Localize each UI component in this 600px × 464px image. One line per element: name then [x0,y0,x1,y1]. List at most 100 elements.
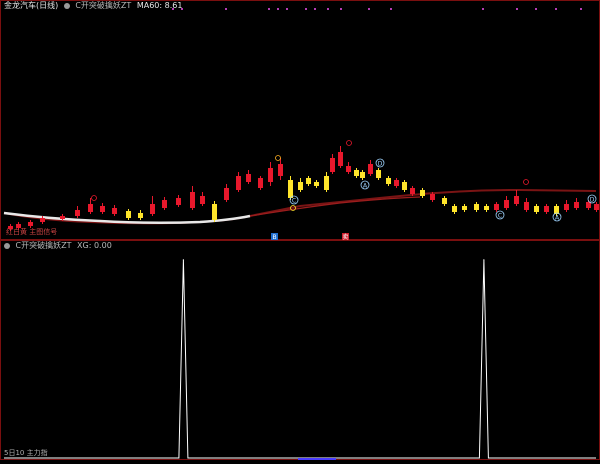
candle-body [150,204,155,214]
candle-body [224,188,229,200]
period-tick-mark [277,8,279,10]
candle-body [574,202,579,208]
sub-indicator-name: C开突破擒妖ZT [15,241,72,250]
period-tick-mark [314,8,316,10]
candle-body [138,213,143,218]
candle-body [474,204,479,210]
candle-body [504,200,509,208]
peak-marker-dot [91,195,97,201]
indicator-dot-icon [4,243,10,249]
candle-body [594,204,599,210]
xg-signal-point [182,259,184,261]
signal-marker: A [552,212,562,222]
stock-title: 金龙汽车(日线) [4,1,59,10]
scroll-position-marker[interactable] [298,458,336,460]
peak-marker-dot [523,179,529,185]
period-tick-mark [482,8,484,10]
candle-body [268,168,273,182]
candle-body [514,196,519,204]
candle-body [298,182,303,190]
signal-label: C [292,198,296,205]
period-tick-mark [535,8,537,10]
candle-body [402,182,407,190]
candle-body [484,206,489,210]
sub-pane-frame [0,240,600,460]
sub-chart-header: C开突破擒妖ZT XG: 0.00 [4,241,115,251]
period-tick-mark [268,8,270,10]
signal-marker: D [375,158,385,168]
indicator-name: C开突破擒妖ZT [75,1,132,10]
period-tick-mark [580,8,582,10]
candle-body [112,208,117,214]
signal-marker: C [289,195,299,205]
period-tick-mark [368,8,370,10]
candle-body [330,158,335,172]
candle-body [452,206,457,212]
main-chart-header: 金龙汽车(日线) C开突破擒妖ZT MA60: 8.61 [4,1,185,11]
candle-body [462,206,467,210]
candle-body [324,176,329,190]
ma60-value: MA60: 8.61 [136,1,183,10]
ma-mid-line [249,196,421,217]
period-tick-mark [340,8,342,10]
candle-body [278,164,283,176]
candle-body [494,204,499,210]
candle-body [534,206,539,212]
candle-body [246,174,251,182]
candle-body [564,204,569,210]
xg-signal-point [483,259,485,261]
signal-label: D [378,161,383,168]
candle-body [88,204,93,212]
candle-body [162,200,167,208]
candle-body [430,194,435,200]
candle-body [524,202,529,210]
candle-body [442,198,447,204]
candle-body [314,182,319,186]
signal-label: D [590,197,595,204]
signal-marker: D [587,194,597,204]
candle-body [212,204,217,220]
candle-body [386,178,391,184]
candle-body [258,178,263,188]
main-chart-pane[interactable]: C A D C A D 红白黄 主图信号 B 卖 [0,0,600,241]
bottom-indicator-label: 5日10 主力指 [4,449,48,457]
signal-label: C [498,213,502,220]
signal-marker: C [495,210,505,220]
candle-body [354,170,359,176]
peak-marker-dot [275,155,281,161]
candle-body [346,166,351,172]
period-tick-mark [286,8,288,10]
indicator-dot-icon [63,3,70,9]
candlestick-chart[interactable]: CADC AD红白黄 主图信号B 卖 [0,0,600,241]
candle-body [60,216,65,219]
candle-body [236,176,241,190]
candle-body [40,218,45,222]
candle-body [410,188,415,194]
candle-body [306,178,311,184]
period-tick-mark [555,8,557,10]
candle-body [360,172,365,178]
peak-marker-dot [346,140,352,146]
legend-label: 红白黄 主图信号 [6,227,57,236]
period-tick-mark [516,8,518,10]
xg-series-line [4,259,596,459]
candle-body [176,198,181,205]
candle-body [376,170,381,178]
xg-signal-chart[interactable] [0,240,600,460]
candle-body [200,196,205,204]
sub-chart-pane[interactable] [0,240,600,460]
candle-body [190,192,195,208]
candle-body [28,222,33,226]
candle-body [368,164,373,174]
xg-value: XG: 0.00 [77,241,112,250]
period-tick-mark [225,8,227,10]
candle-body [394,180,399,186]
candle-body [420,190,425,196]
candle-body [100,206,105,212]
candle-body [544,206,549,212]
period-tick-mark [390,8,392,10]
signal-marker: A [360,180,370,190]
candle-body [75,210,80,216]
candle-body [126,211,131,218]
candle-body [288,180,293,198]
